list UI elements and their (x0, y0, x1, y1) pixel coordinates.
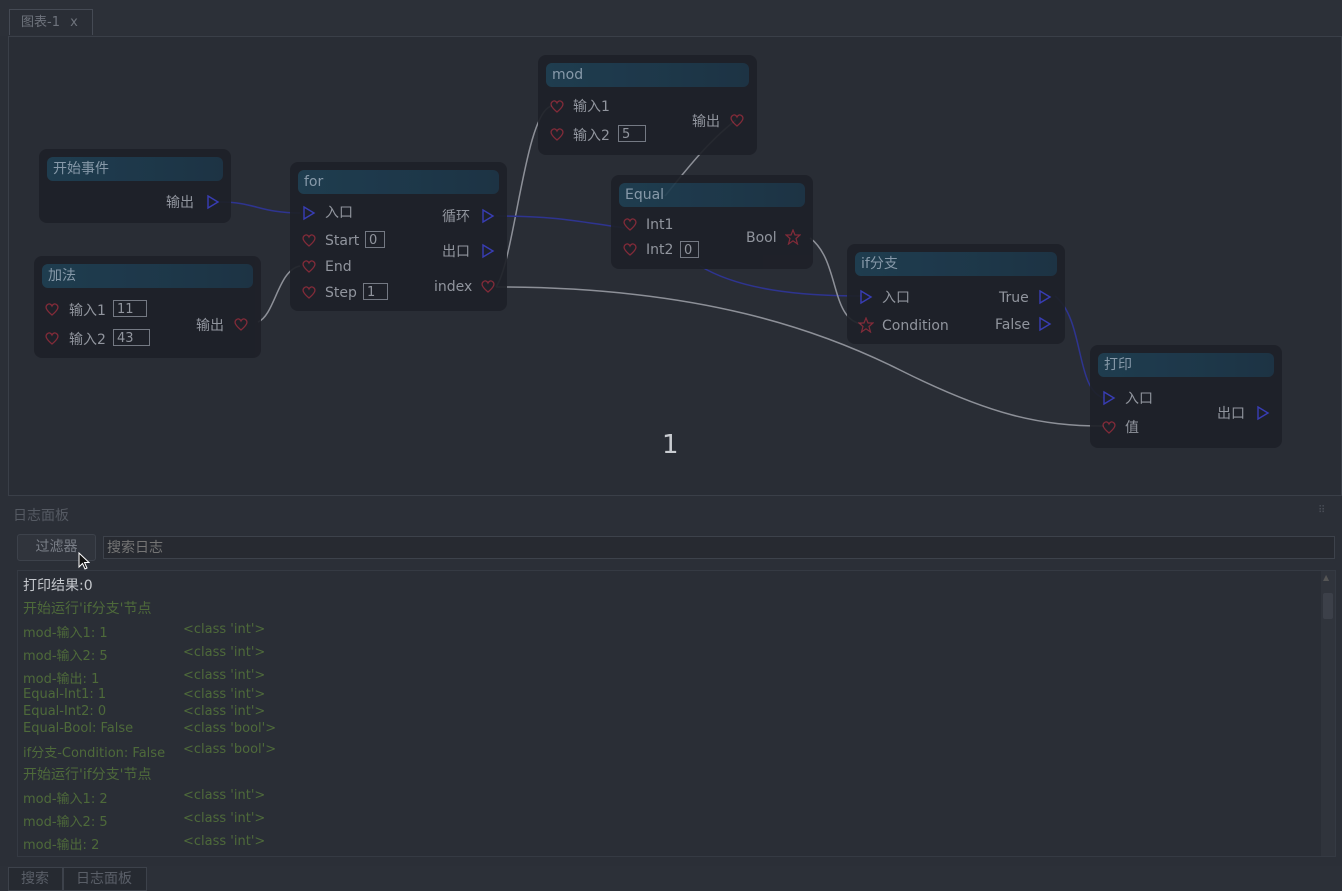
data-input-pin-icon[interactable] (44, 330, 60, 346)
node-print[interactable]: 打印 入口 值 出口 (1090, 345, 1282, 448)
end-label: End (325, 259, 352, 275)
node-title: for (298, 170, 499, 194)
tab-title: 图表-1 (21, 15, 60, 30)
true-label: True (999, 290, 1029, 306)
tab-graph-1[interactable]: 图表-1 x (9, 9, 93, 35)
index-label: index (434, 279, 473, 295)
entry-label: 入口 (1125, 391, 1153, 407)
log-line: mod-输出: 1 <class 'int'> (23, 668, 266, 687)
input1-label: 输入1 (573, 99, 610, 115)
step-value-field[interactable]: 1 (363, 283, 388, 300)
node-if-branch[interactable]: if分支 入口 Condition True False (847, 244, 1065, 344)
node-title: 开始事件 (47, 157, 223, 181)
star-input-pin-icon[interactable] (858, 317, 874, 333)
log-line: mod-输入1: 2 <class 'int'> (23, 788, 266, 807)
data-input-pin-icon[interactable] (622, 216, 638, 232)
scrollbar-thumb[interactable] (1323, 593, 1333, 619)
graph-tab-bar: 图表-1 x (0, 0, 1342, 36)
output-label: 输出 (692, 114, 720, 130)
log-line: if分支-Condition: False <class 'bool'> (23, 742, 277, 761)
entry-label: 入口 (882, 290, 910, 306)
bottom-dock-tabs: 搜索 日志面板 (0, 866, 1342, 891)
log-line: Equal-Bool: False <class 'bool'> (23, 721, 277, 736)
data-output-pin-icon[interactable] (729, 112, 745, 128)
node-equal[interactable]: Equal Int1 Int2 0 Bool (611, 175, 813, 269)
log-output[interactable]: 打印结果:0 开始运行'if分支'节点 mod-输入1: 1 <class 'in… (17, 570, 1336, 857)
log-line: mod-输入2: 5 <class 'int'> (23, 811, 266, 830)
tab-search[interactable]: 搜索 (8, 867, 63, 891)
output-label: 输出 (196, 318, 224, 334)
data-input-pin-icon[interactable] (622, 241, 638, 257)
input1-label: 输入1 (69, 303, 106, 319)
input2-label: 输入2 (573, 128, 610, 144)
tab-close-button[interactable]: x (70, 15, 78, 30)
log-line: Equal-Int2: 0 <class 'int'> (23, 704, 266, 719)
start-value-field[interactable]: 0 (365, 231, 385, 248)
output-label: 输出 (166, 195, 194, 211)
step-label: Step (325, 285, 357, 301)
node-title: 加法 (42, 264, 253, 288)
node-start-event[interactable]: 开始事件 输出 (39, 149, 231, 223)
data-input-pin-icon[interactable] (301, 258, 317, 274)
log-line: 打印结果:0 (23, 578, 93, 594)
log-line: Equal-Int1: 1 <class 'int'> (23, 687, 266, 702)
data-input-pin-icon[interactable] (1101, 419, 1117, 435)
exec-output-pin-icon[interactable] (480, 243, 496, 259)
entry-label: 入口 (325, 205, 353, 221)
data-input-pin-icon[interactable] (301, 284, 317, 300)
log-line: mod-输入2: 5 <class 'int'> (23, 645, 266, 664)
exit-label: 出口 (442, 244, 470, 260)
value-label: 值 (1125, 420, 1139, 436)
input2-value-field[interactable]: 43 (113, 329, 150, 346)
int1-label: Int1 (646, 217, 674, 233)
data-output-pin-icon[interactable] (233, 316, 249, 332)
log-panel-title: 日志面板 (13, 508, 69, 524)
log-scrollbar[interactable]: ▲ (1321, 571, 1335, 856)
loop-label: 循环 (442, 209, 470, 225)
scroll-up-arrow-icon[interactable]: ▲ (1323, 573, 1333, 583)
log-search-input[interactable] (103, 536, 1335, 559)
node-for[interactable]: for 入口 Start 0 End Step 1 循环 出口 index (290, 162, 507, 311)
bool-label: Bool (746, 230, 777, 246)
exec-output-pin-icon[interactable] (1037, 316, 1053, 332)
false-label: False (995, 317, 1031, 333)
input2-label: 输入2 (69, 332, 106, 348)
node-title: mod (546, 63, 749, 87)
exec-input-pin-icon[interactable] (1101, 390, 1117, 406)
tab-log-panel[interactable]: 日志面板 (63, 867, 147, 891)
dock-grip-icon[interactable]: ⠿ (1318, 505, 1338, 517)
node-title: Equal (619, 183, 805, 207)
star-output-pin-icon[interactable] (785, 229, 801, 245)
int2-label: Int2 (646, 242, 674, 258)
exec-output-pin-icon[interactable] (1037, 289, 1053, 305)
node-mod[interactable]: mod 输入1 输入2 5 输出 (538, 55, 757, 155)
data-input-pin-icon[interactable] (301, 232, 317, 248)
mouse-cursor-icon (78, 552, 90, 570)
input1-value-field[interactable]: 11 (113, 300, 147, 317)
exec-input-pin-icon[interactable] (858, 289, 874, 305)
exit-label: 出口 (1217, 406, 1245, 422)
condition-label: Condition (882, 318, 949, 334)
canvas-counter-text: 1 (662, 430, 679, 460)
data-output-pin-icon[interactable] (480, 278, 496, 294)
start-label: Start (325, 233, 360, 249)
node-add[interactable]: 加法 输入1 11 输入2 43 输出 (34, 256, 261, 358)
data-input-pin-icon[interactable] (549, 126, 565, 142)
log-line: 开始运行'if分支'节点 (23, 601, 152, 617)
log-line: 开始运行'if分支'节点 (23, 767, 152, 783)
exec-output-pin-icon[interactable] (480, 208, 496, 224)
int2-value-field[interactable]: 0 (680, 241, 699, 258)
log-line: mod-输出: 2 <class 'int'> (23, 834, 266, 853)
node-title: 打印 (1098, 353, 1274, 377)
data-input-pin-icon[interactable] (44, 301, 60, 317)
log-line: mod-输入1: 1 <class 'int'> (23, 622, 266, 641)
node-title: if分支 (855, 252, 1057, 276)
exec-input-pin-icon[interactable] (301, 205, 317, 221)
exec-output-pin-icon[interactable] (205, 194, 221, 210)
input2-value-field[interactable]: 5 (618, 125, 646, 142)
data-input-pin-icon[interactable] (549, 98, 565, 114)
exec-output-pin-icon[interactable] (1255, 405, 1271, 421)
